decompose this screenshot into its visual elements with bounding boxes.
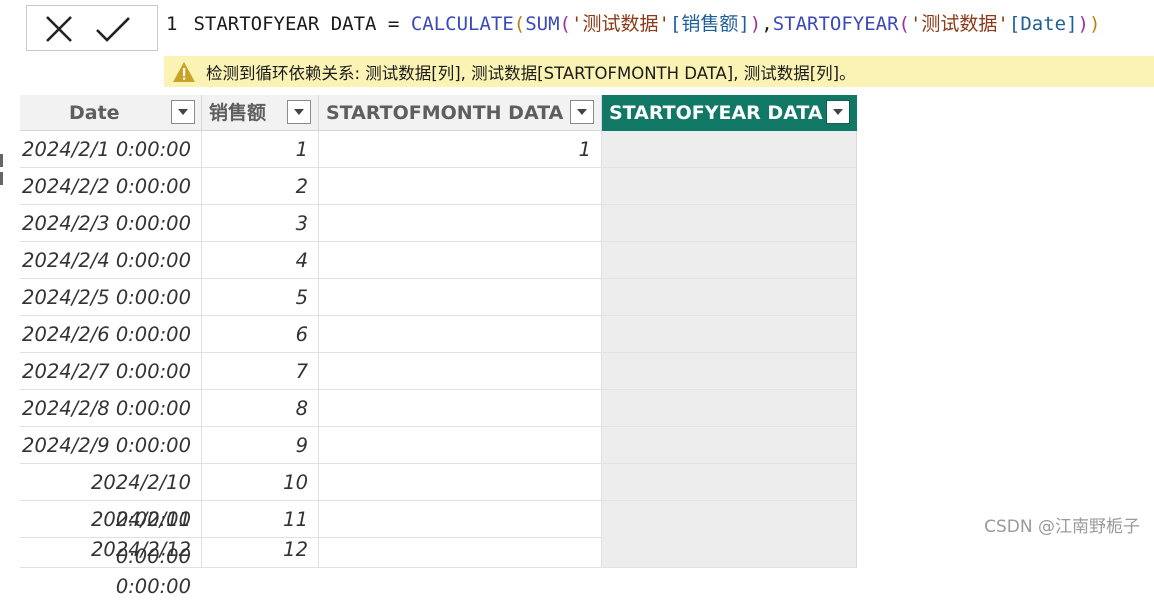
cell-startofyear <box>602 316 857 353</box>
cell-startofyear <box>602 279 857 316</box>
cell-startofyear <box>602 427 857 464</box>
formula-paren: ( <box>559 13 571 35</box>
cell-sales: 3 <box>202 205 319 242</box>
cell-sales: 2 <box>202 168 319 205</box>
cell-sales: 6 <box>202 316 319 353</box>
formula-col-sales: [销售额] <box>669 13 750 35</box>
cancel-button[interactable] <box>41 12 77 46</box>
formula-comma: , <box>761 13 773 35</box>
warning-message: 检测到循环依赖关系: 测试数据[列], 测试数据[STARTOFMONTH DA… <box>206 63 856 83</box>
formula-input[interactable]: 1 STARTOFYEAR DATA = CALCULATE(SUM('测试数据'… <box>166 10 1144 38</box>
cell-startofyear <box>602 531 857 568</box>
cell-startofyear <box>602 242 857 279</box>
cell-startofmonth <box>319 464 602 501</box>
cell-sales: 5 <box>202 279 319 316</box>
column-header-startofyear[interactable]: STARTOFYEAR DATA <box>602 95 857 131</box>
formula-commit-box <box>26 5 158 51</box>
cell-startofyear <box>602 168 857 205</box>
column-header-sales[interactable]: 销售额 <box>202 95 319 131</box>
watermark: CSDN @江南野栀子 <box>984 517 1140 537</box>
filter-dropdown-date[interactable] <box>171 100 195 124</box>
cell-date: 2024/2/12 0:00:00 <box>20 531 202 598</box>
formula-line-number: 1 <box>166 13 178 35</box>
column-header-startofmonth[interactable]: STARTOFMONTH DATA <box>319 95 602 131</box>
formula-fn-sum: SUM <box>525 13 560 35</box>
cell-sales: 12 <box>202 531 319 568</box>
filter-dropdown-startofmonth[interactable] <box>570 100 594 124</box>
cell-date: 2024/2/7 0:00:00 <box>20 353 202 390</box>
formula-fn-startofyear: STARTOFYEAR <box>772 13 899 35</box>
column-header-date[interactable]: Date <box>20 95 202 131</box>
commit-button[interactable] <box>95 12 131 46</box>
cell-startofmonth <box>319 353 602 390</box>
cell-date: 2024/2/4 0:00:00 <box>20 242 202 279</box>
column-header-label: STARTOFYEAR DATA <box>609 102 823 124</box>
formula-paren: ( <box>898 13 910 35</box>
formula-paren: ) <box>749 13 762 35</box>
cell-date: 2024/2/9 0:00:00 <box>20 427 202 464</box>
cell-startofyear <box>602 464 857 501</box>
formula-paren: ) <box>1077 13 1089 35</box>
column-header-label: STARTOFMONTH DATA <box>326 102 564 124</box>
cell-startofmonth <box>319 168 602 205</box>
column-header-label: Date <box>69 102 120 124</box>
cell-date: 2024/2/8 0:00:00 <box>20 390 202 427</box>
cell-date: 2024/2/1 0:00:00 <box>20 131 202 168</box>
cell-startofyear <box>602 205 857 242</box>
cell-date: 2024/2/3 0:00:00 <box>20 205 202 242</box>
cell-sales: 9 <box>202 427 319 464</box>
cell-date: 2024/2/6 0:00:00 <box>20 316 202 353</box>
formula-equals: = <box>376 13 411 35</box>
cell-startofmonth <box>319 427 602 464</box>
cell-startofmonth <box>319 205 602 242</box>
close-icon <box>46 16 72 42</box>
cell-sales: 1 <box>202 131 319 168</box>
cell-date: 2024/2/10 0:00:00 <box>20 464 202 531</box>
row-selector-marks <box>0 154 3 186</box>
cell-startofmonth: 1 <box>319 131 602 168</box>
circular-dependency-warning: 检测到循环依赖关系: 测试数据[列], 测试数据[STARTOFMONTH DA… <box>164 56 1154 87</box>
cell-startofmonth <box>319 316 602 353</box>
cell-startofyear <box>602 353 857 390</box>
cell-startofyear <box>602 390 857 427</box>
cell-startofyear <box>602 131 857 168</box>
cell-startofmonth <box>319 390 602 427</box>
cell-sales: 7 <box>202 353 319 390</box>
filter-dropdown-startofyear[interactable] <box>826 100 850 124</box>
cell-sales: 8 <box>202 390 319 427</box>
cell-startofmonth <box>319 279 602 316</box>
column-header-label: 销售额 <box>209 102 267 124</box>
formula-table-ref: '测试数据' <box>571 13 670 35</box>
cell-date: 2024/2/5 0:00:00 <box>20 279 202 316</box>
formula-fn-calculate: CALCULATE <box>410 13 514 35</box>
cell-startofmonth <box>319 242 602 279</box>
checkmark-icon <box>96 17 130 42</box>
cell-date: 2024/2/2 0:00:00 <box>20 168 202 205</box>
cell-sales: 10 <box>202 464 319 501</box>
formula-table-ref: '测试数据' <box>909 13 1009 35</box>
cell-startofmonth <box>319 531 602 568</box>
cell-sales: 4 <box>202 242 319 279</box>
formula-paren: ) <box>1088 13 1101 35</box>
formula-col-date: [Date] <box>1008 13 1078 35</box>
filter-dropdown-sales[interactable] <box>287 100 311 124</box>
warning-icon <box>173 61 195 82</box>
formula-paren: ( <box>513 13 526 35</box>
formula-measure-name: STARTOFYEAR DATA <box>193 13 377 35</box>
